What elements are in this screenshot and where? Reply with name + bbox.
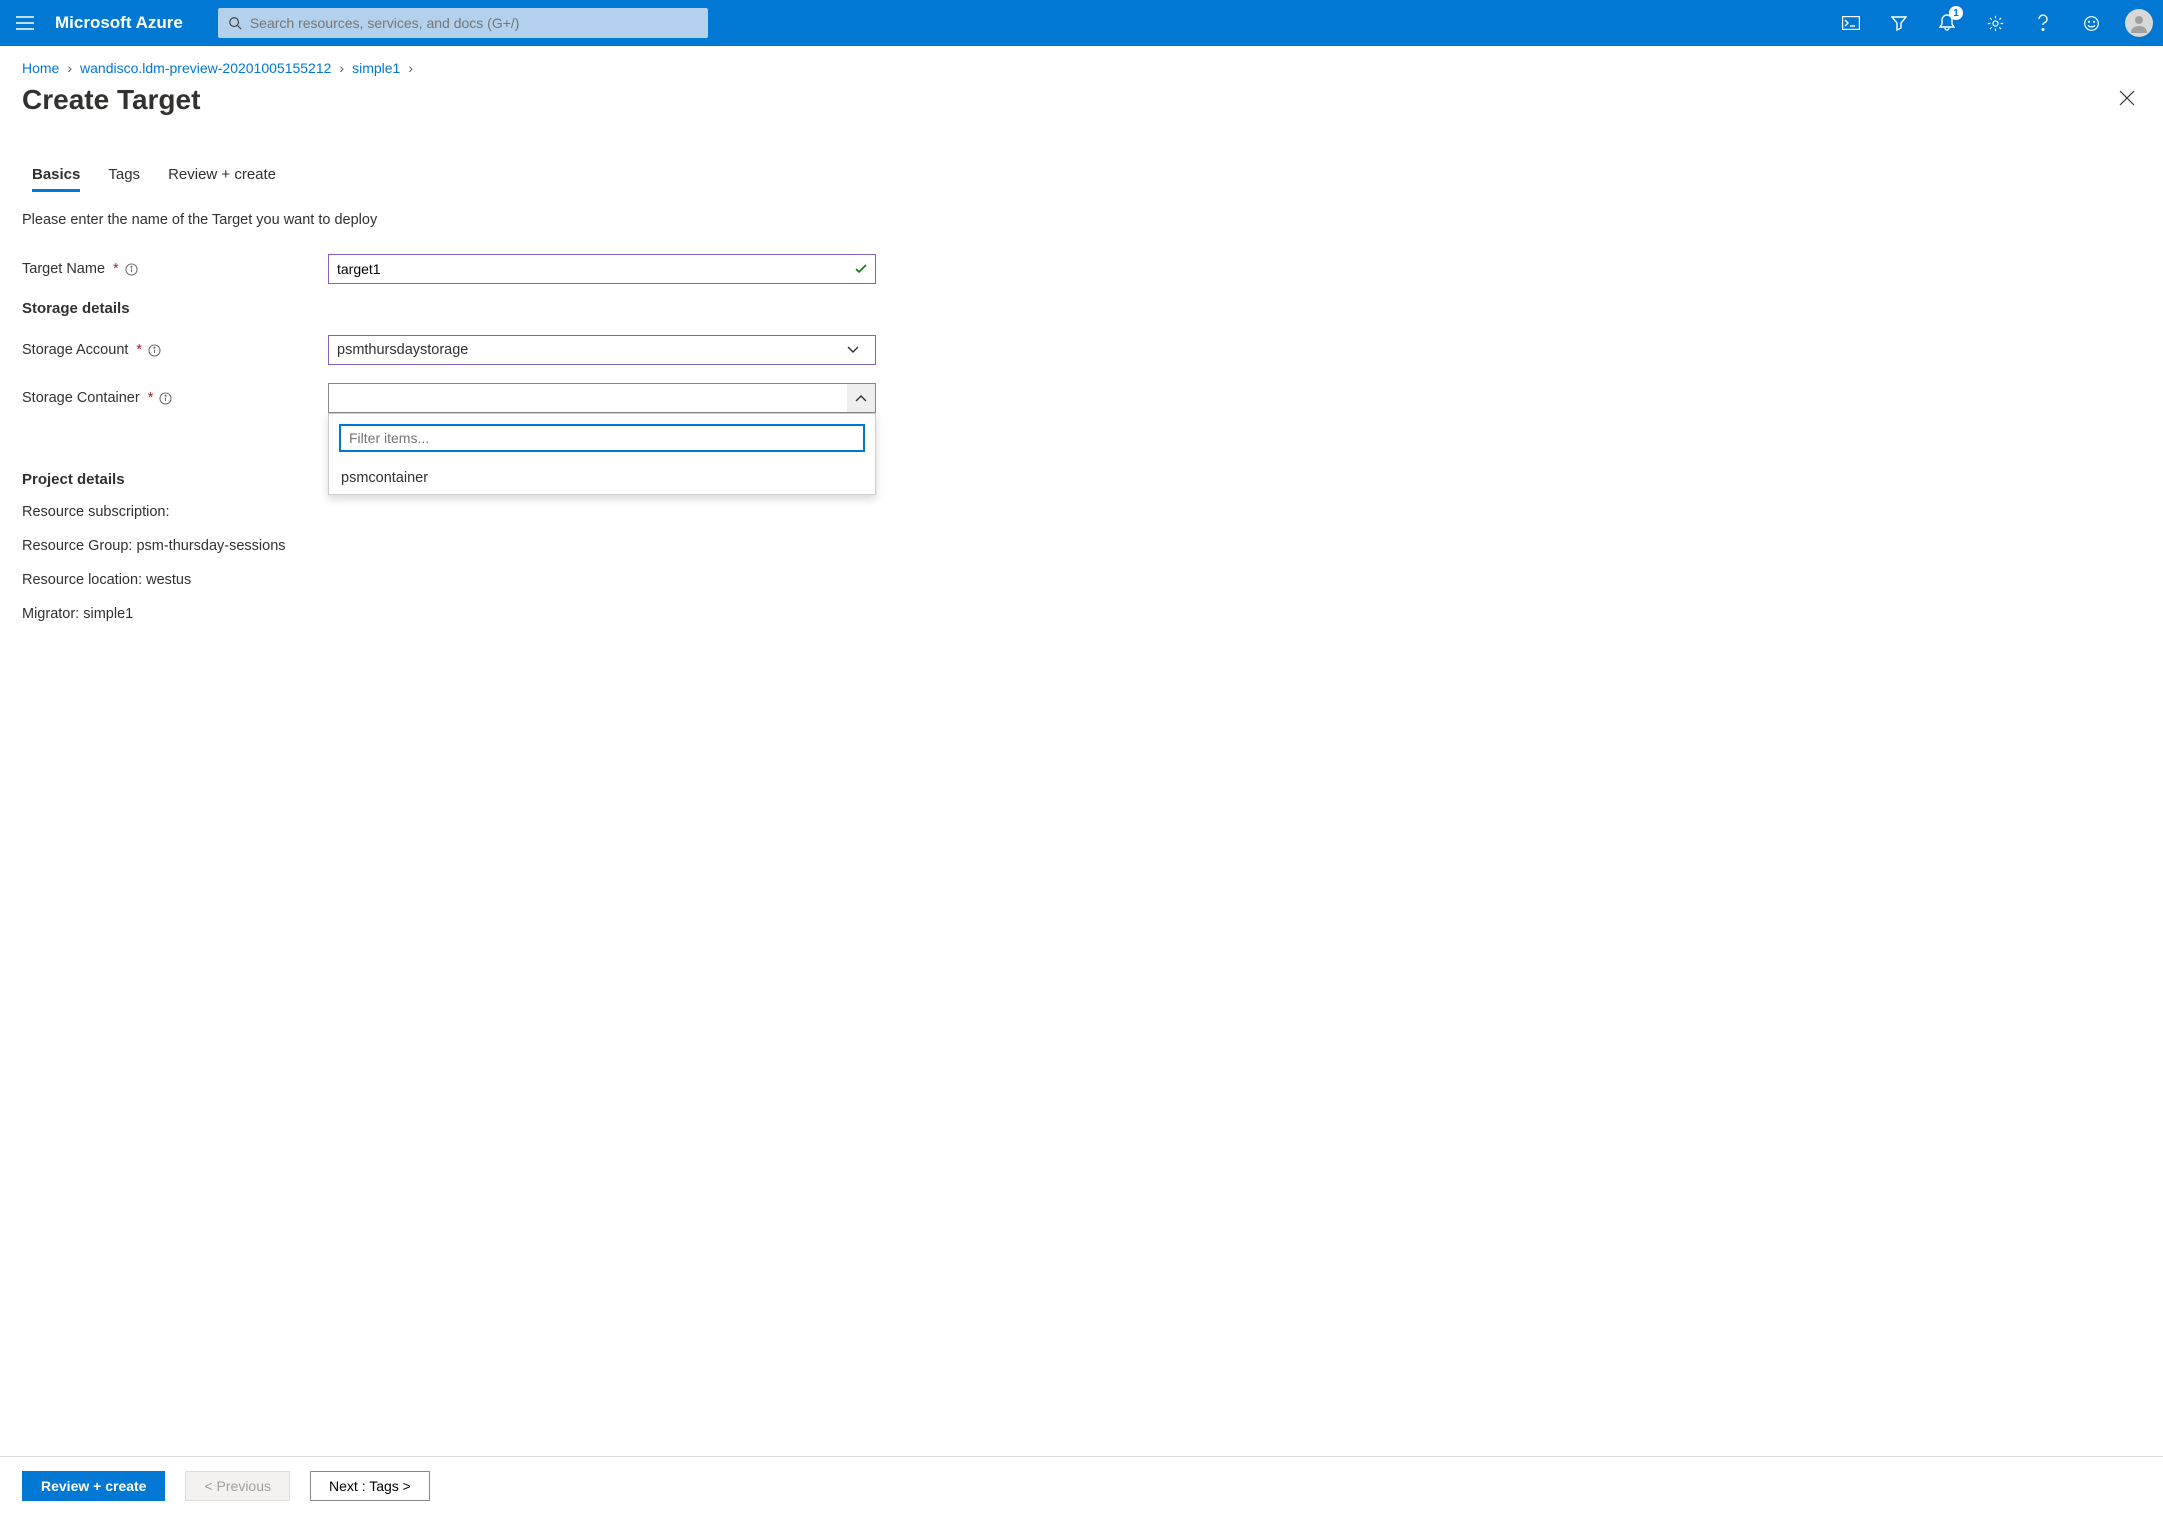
intro-text: Please enter the name of the Target you … <box>22 212 2141 228</box>
footer: Review + create < Previous Next : Tags > <box>0 1456 2163 1515</box>
directory-filter-icon[interactable] <box>1875 0 1923 46</box>
info-icon[interactable] <box>125 263 138 276</box>
tab-basics[interactable]: Basics <box>32 166 80 192</box>
next-button[interactable]: Next : Tags > <box>310 1471 430 1501</box>
target-name-input[interactable] <box>328 254 876 284</box>
storage-heading: Storage details <box>22 300 2141 317</box>
chevron-right-icon: › <box>339 60 344 76</box>
feedback-icon[interactable] <box>2067 0 2115 46</box>
storage-container-label: Storage Container <box>22 390 140 406</box>
breadcrumb-resource[interactable]: wandisco.ldm-preview-20201005155212 <box>80 60 331 76</box>
search-input[interactable] <box>250 15 698 31</box>
form-body: Please enter the name of the Target you … <box>0 192 2163 622</box>
dropdown-option[interactable]: psmcontainer <box>329 462 875 494</box>
storage-container-dropdown: psmcontainer <box>328 413 876 495</box>
cloud-shell-icon[interactable] <box>1827 0 1875 46</box>
check-icon <box>854 262 868 276</box>
menu-icon[interactable] <box>0 0 50 46</box>
notifications-icon[interactable]: 1 <box>1923 0 1971 46</box>
tabs: Basics Tags Review + create <box>0 116 2163 192</box>
storage-account-select[interactable]: psmthursdaystorage <box>328 335 876 365</box>
breadcrumb-home[interactable]: Home <box>22 60 59 76</box>
storage-account-value: psmthursdaystorage <box>337 342 468 358</box>
account-avatar[interactable] <box>2115 9 2163 37</box>
top-bar: Microsoft Azure 1 <box>0 0 2163 46</box>
top-icons: 1 <box>1827 0 2115 46</box>
help-icon[interactable] <box>2019 0 2067 46</box>
search-box[interactable] <box>218 8 708 38</box>
migrator: Migrator: simple1 <box>22 606 2141 622</box>
person-icon <box>2129 13 2149 33</box>
chevron-down-icon <box>839 346 867 354</box>
breadcrumb: Home › wandisco.ldm-preview-202010051552… <box>0 46 2163 76</box>
page-title: Create Target <box>22 84 2113 116</box>
tab-tags[interactable]: Tags <box>108 166 140 192</box>
required-star: * <box>136 342 142 358</box>
breadcrumb-simple1[interactable]: simple1 <box>352 60 400 76</box>
close-icon[interactable] <box>2113 84 2141 112</box>
target-name-row: Target Name * <box>22 252 2141 286</box>
tab-review[interactable]: Review + create <box>168 166 276 192</box>
settings-icon[interactable] <box>1971 0 2019 46</box>
storage-container-row: Storage Container * psmcontainer <box>22 381 2141 415</box>
info-icon[interactable] <box>148 344 161 357</box>
info-icon[interactable] <box>159 392 172 405</box>
target-name-label: Target Name <box>22 261 105 277</box>
search-icon <box>228 16 242 30</box>
storage-account-label: Storage Account <box>22 342 128 358</box>
resource-location: Resource location: westus <box>22 572 2141 588</box>
notification-badge: 1 <box>1949 6 1963 20</box>
required-star: * <box>113 261 119 277</box>
search-wrap <box>218 8 708 38</box>
chevron-right-icon: › <box>67 60 72 76</box>
brand-label[interactable]: Microsoft Azure <box>50 13 198 33</box>
required-star: * <box>148 390 154 406</box>
dropdown-filter-input[interactable] <box>339 424 865 452</box>
resource-group: Resource Group: psm-thursday-sessions <box>22 538 2141 554</box>
chevron-right-icon: › <box>408 60 413 76</box>
storage-container-select[interactable] <box>328 383 876 413</box>
previous-button: < Previous <box>185 1471 290 1501</box>
chevron-up-icon <box>847 384 875 412</box>
storage-account-row: Storage Account * psmthursdaystorage <box>22 333 2141 367</box>
resource-subscription: Resource subscription: <box>22 504 2141 520</box>
page-header: Create Target <box>0 76 2163 116</box>
review-create-button[interactable]: Review + create <box>22 1471 165 1501</box>
